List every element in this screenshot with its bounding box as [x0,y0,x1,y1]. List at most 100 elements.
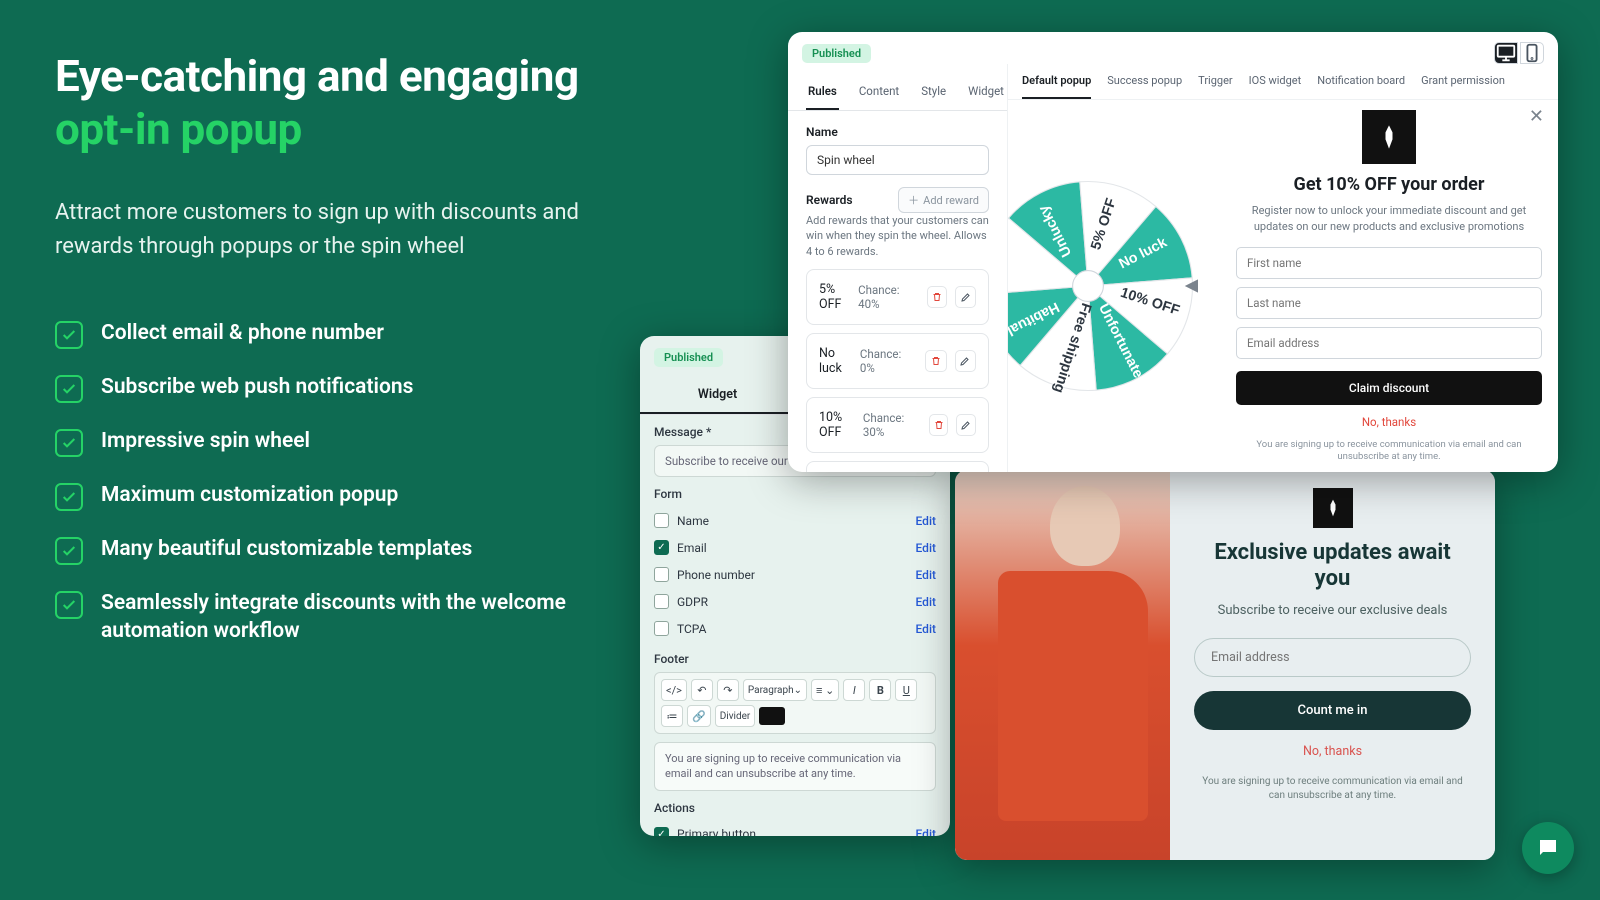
checkbox[interactable] [654,621,669,636]
no-thanks-link[interactable]: No, thanks [1194,744,1471,759]
last-name-input[interactable] [1236,287,1542,319]
feature-text: Impressive spin wheel [101,427,310,455]
email-input[interactable] [1194,638,1471,677]
list-icon[interactable]: ≔ [661,705,683,727]
chat-fab[interactable] [1522,822,1574,874]
edit-link[interactable]: Edit [916,541,936,555]
edit-link[interactable]: Edit [916,568,936,582]
link-icon[interactable]: 🔗 [687,705,711,727]
checkbox[interactable] [654,594,669,609]
action-label: Primary button [677,827,756,836]
count-me-in-button[interactable]: Count me in [1194,691,1471,730]
bold-icon[interactable]: B [869,679,891,701]
tab-widget[interactable]: Widget [966,74,1006,110]
spin-wheel[interactable]: Unlucky5% OFFNo luck10% OFFUnfortunateFr… [1008,166,1198,406]
edit-link[interactable]: Edit [916,514,936,528]
hero-title: Eye-catching and engaging opt-in popup [55,50,615,156]
checkbox[interactable] [654,513,669,528]
check-icon [55,483,83,511]
popup-preview: ✕ Get 10% OFF your order Register now to… [1228,100,1558,472]
name-input[interactable] [806,145,989,175]
feature-item: Seamlessly integrate discounts with the … [55,589,615,646]
device-toggle[interactable] [1494,42,1544,64]
field-label: Email [677,541,707,555]
field-label: Phone number [677,568,755,582]
brand-logo [1313,488,1353,528]
preview-tabs: Default popup Success popup Trigger IOS wid… [1008,64,1558,100]
email-input[interactable] [1236,327,1542,359]
trash-icon[interactable] [925,350,946,372]
first-name-input[interactable] [1236,247,1542,279]
reward-name: 5% OFF [819,282,858,312]
popup-title: Get 10% OFF your order [1236,174,1542,195]
tab-notification-board[interactable]: Notification board [1317,64,1405,99]
edit-link[interactable]: Edit [916,595,936,609]
color-swatch[interactable] [759,707,785,725]
divider-select[interactable]: Divider [715,705,756,727]
tab-success-popup[interactable]: Success popup [1107,64,1182,99]
tab-grant-permission[interactable]: Grant permission [1421,64,1505,99]
rich-text-toolbar[interactable]: </> ↶ ↷ Paragraph ⌄ ≡ ⌄ I B U ≔ 🔗 Divide… [654,672,936,734]
popup-desc: Register now to unlock your immediate di… [1236,203,1542,235]
mobile-icon[interactable] [1520,42,1544,64]
tab-style[interactable]: Style [919,74,948,110]
trash-icon[interactable] [927,286,948,308]
code-icon[interactable]: </> [661,679,687,701]
reward-chance: Chance: 30% [863,411,921,439]
field-label: TCPA [677,622,706,636]
reward-name: 10% OFF [819,410,863,440]
checkbox[interactable] [654,567,669,582]
underline-icon[interactable]: U [895,679,917,701]
edit-icon[interactable] [955,286,976,308]
reward-row: 5% OFF Chance: 40% [806,269,989,325]
rewards-help: Add rewards that your customers can win … [806,213,989,259]
edit-icon[interactable] [955,350,976,372]
field-label: Name [677,514,709,528]
undo-icon[interactable]: ↶ [691,679,713,701]
action-row: Primary button Edit [654,821,936,836]
edit-link[interactable]: Edit [916,827,936,836]
tab-trigger[interactable]: Trigger [1198,64,1232,99]
popup-disclaimer: You are signing up to receive communicat… [1236,439,1542,464]
tab-rules[interactable]: Rules [806,74,839,110]
hero-subtitle: Attract more customers to sign up with d… [55,196,615,264]
reward-chance: Chance: 0% [860,347,917,375]
published-badge: Published [654,348,723,367]
brand-logo [1362,110,1416,164]
reward-row: No luck Chance: 0% [806,333,989,389]
tab-content[interactable]: Content [857,74,901,110]
popup-image [955,470,1170,860]
checkbox[interactable] [654,540,669,555]
actions-section-label: Actions [654,801,936,815]
redo-icon[interactable]: ↷ [717,679,739,701]
reward-row: Unfortunate Chance: 0% [806,461,989,472]
feature-text: Collect email & phone number [101,319,384,347]
feature-item: Impressive spin wheel [55,427,615,457]
paragraph-select[interactable]: Paragraph ⌄ [743,679,807,701]
tab-widget[interactable]: Widget [640,377,795,414]
feature-text: Seamlessly integrate discounts with the … [101,589,615,646]
italic-icon[interactable]: I [843,679,865,701]
tab-ios-widget[interactable]: IOS widget [1249,64,1302,99]
desktop-icon[interactable] [1494,42,1518,64]
tab-default-popup[interactable]: Default popup [1022,64,1091,99]
editor-sidebar: RulesContentStyleWidget Name Rewards ＋Ad… [788,64,1008,472]
edit-link[interactable]: Edit [916,622,936,636]
feature-text: Many beautiful customizable templates [101,535,472,563]
check-icon [55,537,83,565]
trash-icon[interactable] [929,414,949,436]
align-icon[interactable]: ≡ ⌄ [811,679,839,701]
no-thanks-link[interactable]: No, thanks [1236,415,1542,429]
hero-copy: Eye-catching and engaging opt-in popup A… [55,50,615,669]
checkbox[interactable] [654,827,669,836]
reward-chance: Chance: 40% [858,283,919,311]
name-label: Name [806,125,989,139]
edit-icon[interactable] [956,414,976,436]
footer-textarea[interactable]: You are signing up to receive communicat… [654,742,936,791]
form-field-row: TCPA Edit [654,615,936,642]
popup-sub: Subscribe to receive our exclusive deals [1194,603,1471,618]
popup-disclaimer: You are signing up to receive communicat… [1194,775,1471,803]
claim-discount-button[interactable]: Claim discount [1236,371,1542,405]
add-reward-button[interactable]: ＋Add reward [898,187,989,213]
close-icon[interactable]: ✕ [1529,106,1544,127]
